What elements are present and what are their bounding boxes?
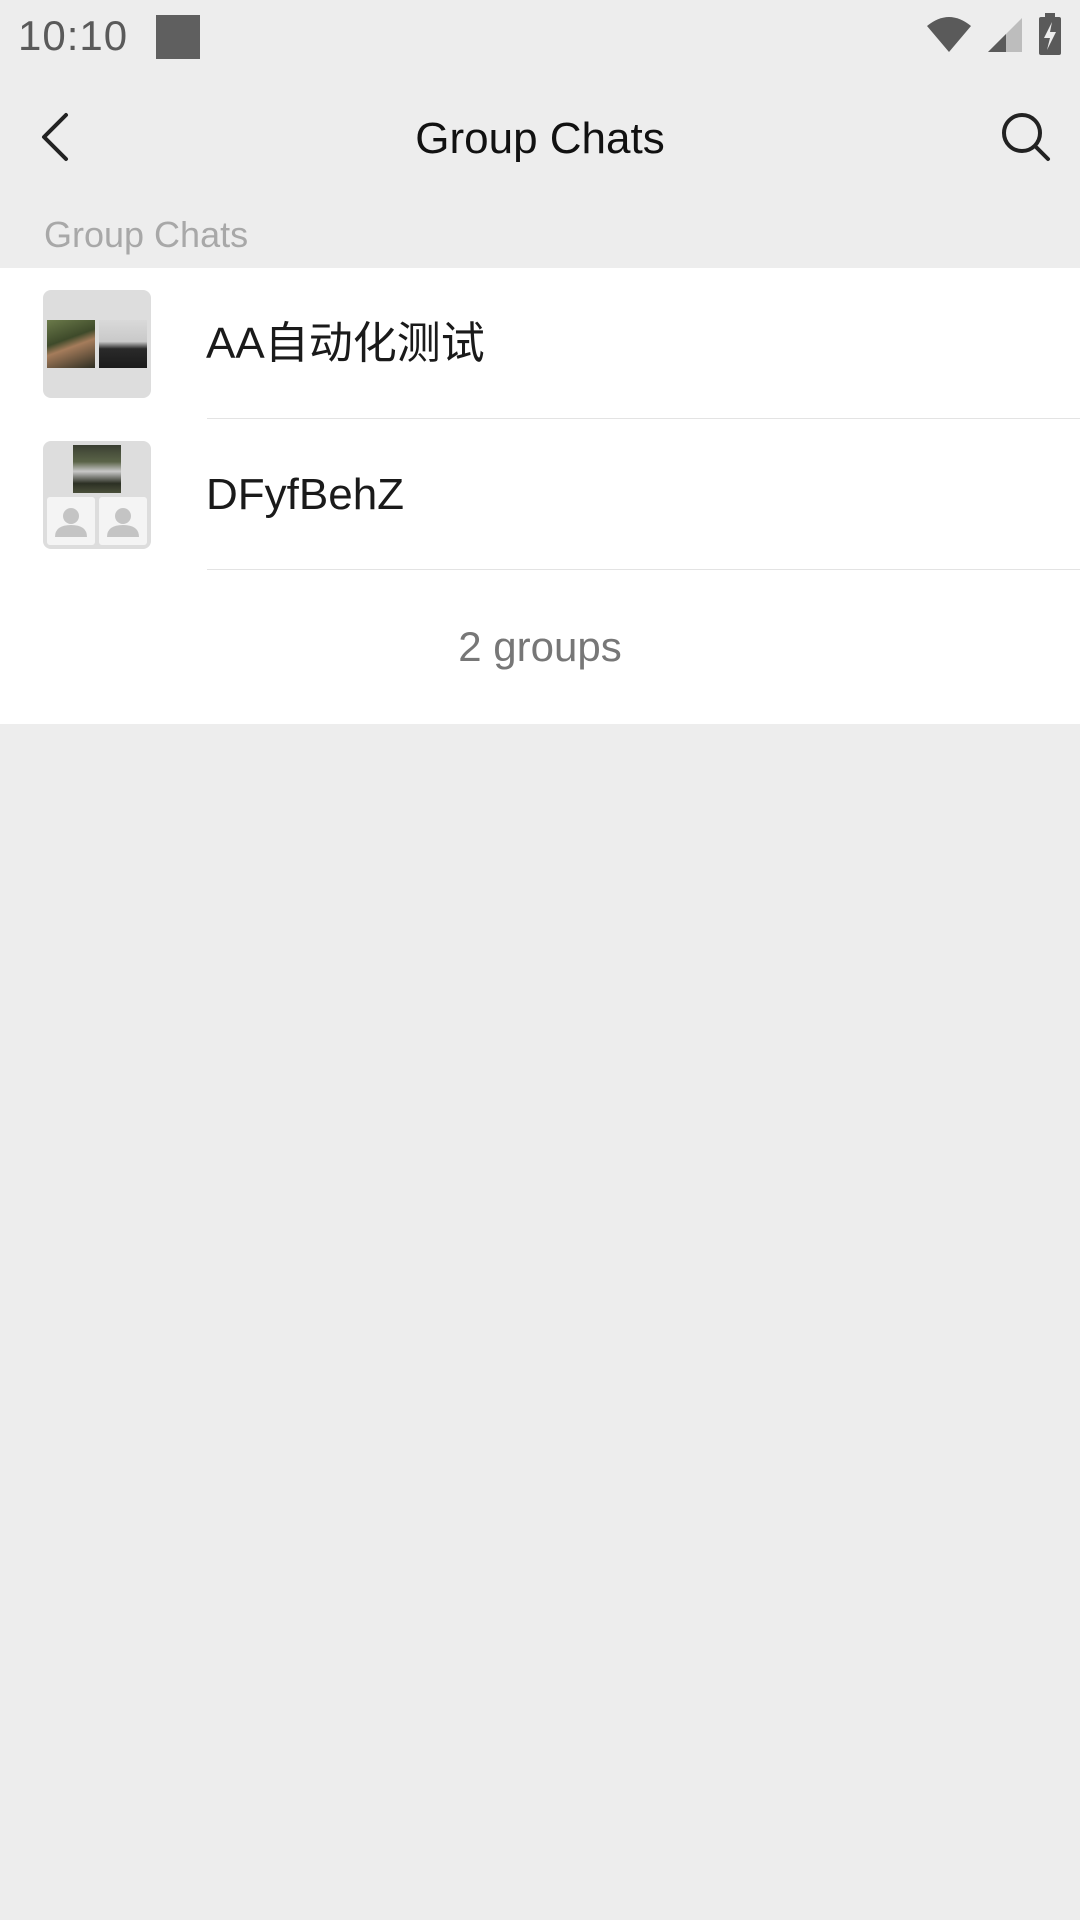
search-icon <box>1000 111 1052 168</box>
group-name: DFyfBehZ <box>206 470 405 519</box>
status-time: 10:10 <box>18 12 129 59</box>
default-avatar-icon <box>55 508 87 537</box>
group-list: AA自动化测试 DFyfBehZ 2 groups <box>0 268 1080 724</box>
back-button[interactable] <box>22 105 90 173</box>
status-icons <box>926 12 1062 59</box>
group-avatar <box>43 290 151 398</box>
default-avatar-icon <box>107 508 139 537</box>
app-bar: Group Chats <box>0 76 1080 202</box>
list-item-group-2[interactable]: DFyfBehZ <box>0 419 1080 570</box>
divider <box>207 569 1080 570</box>
chevron-left-icon <box>38 111 74 168</box>
status-bar: 10:10 <box>0 0 1080 76</box>
wifi-icon <box>926 14 972 59</box>
list-item-group-1[interactable]: AA自动化测试 <box>0 268 1080 419</box>
section-header: Group Chats <box>44 214 249 255</box>
page-title: Group Chats <box>415 114 665 163</box>
notification-icon <box>156 15 200 59</box>
group-name: AA自动化测试 <box>206 319 485 368</box>
group-count: 2 groups <box>458 623 622 670</box>
search-button[interactable] <box>992 105 1060 173</box>
group-avatar <box>43 441 151 549</box>
cellular-signal-icon <box>986 14 1024 59</box>
battery-charging-icon <box>1038 12 1062 60</box>
